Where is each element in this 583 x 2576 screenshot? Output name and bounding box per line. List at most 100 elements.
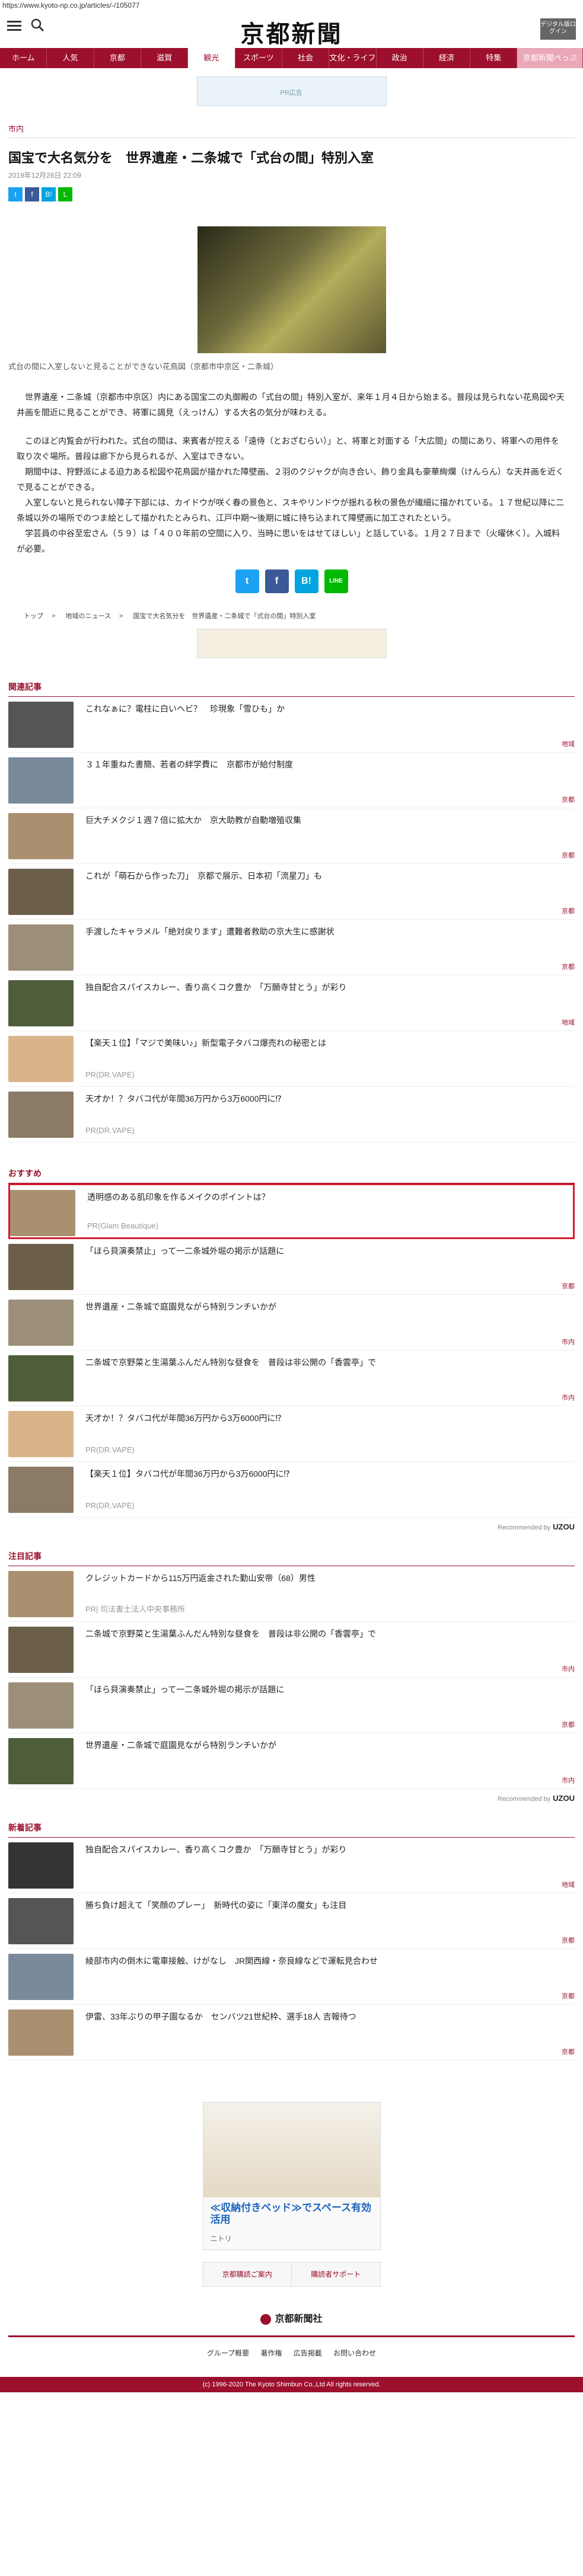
nav-tab[interactable]: 文化・ライフ	[329, 48, 377, 68]
item-category[interactable]: 京都	[562, 1935, 575, 1945]
item-thumbnail[interactable]	[8, 702, 74, 748]
item-title[interactable]: 手渡したキャラメル「絶対戻ります」遭難者救助の京大生に感謝状	[85, 926, 569, 937]
list-item[interactable]: これが「萌石から作った刀」 京都で展示、日本初「流星刀」も 京都	[8, 864, 575, 920]
list-item[interactable]: 天才か！？タバコ代が年間36万円から3万6000円に⁉ PR(DR.VAPE)	[8, 1406, 575, 1462]
site-logo[interactable]: 京都新聞	[0, 15, 583, 49]
item-thumbnail[interactable]	[8, 2009, 74, 2056]
item-thumbnail[interactable]	[8, 1411, 74, 1457]
nav-tab[interactable]: ホーム	[0, 48, 47, 68]
list-item[interactable]: 【楽天１位】「マジで美味い♪」新型電子タバコ爆売れの秘密とは PR(DR.VAPE…	[8, 1031, 575, 1087]
item-thumbnail[interactable]	[8, 813, 74, 859]
item-category[interactable]: 京都	[562, 2047, 575, 2056]
subscriber-support-link[interactable]: 購読者サポート	[292, 2263, 380, 2286]
item-thumbnail[interactable]	[8, 1627, 74, 1673]
item-thumbnail[interactable]	[8, 1036, 74, 1082]
list-item[interactable]: 綾部市内の倒木に電車接触、けがなし JR関西線・奈良線などで運転見合わせ 京都	[8, 1949, 575, 2005]
item-thumbnail[interactable]	[8, 1244, 74, 1290]
item-title[interactable]: 天才か！？タバコ代が年間36万円から3万6000円に⁉	[85, 1412, 569, 1424]
item-title[interactable]: 勝ち負け超えて「笑顔のプレー」 新時代の姿に「東洋の魔女」も注目	[85, 1899, 569, 1911]
list-item[interactable]: ３１年重ねた書簡、若者の絆学費に 京都市が給付制度京都	[8, 753, 575, 808]
item-title[interactable]: 独自配合スパイスカレー、香り高くコク豊か 「万願寺甘とう」が彩り	[85, 1844, 569, 1855]
mid-ad-banner[interactable]	[196, 629, 387, 658]
item-category[interactable]: 京都	[562, 1281, 575, 1291]
item-thumbnail[interactable]	[8, 980, 74, 1026]
list-item[interactable]: 世界遺産・二条城で庭園見ながら特別ランチいかが市内	[8, 1733, 575, 1789]
item-thumbnail[interactable]	[8, 1954, 74, 2000]
item-thumbnail[interactable]	[8, 869, 74, 915]
facebook-share-icon[interactable]: f	[25, 187, 39, 201]
item-category[interactable]: 京都	[562, 1720, 575, 1729]
item-title[interactable]: 世界遺産・二条城で庭園見ながら特別ランチいかが	[85, 1301, 569, 1313]
list-item[interactable]: 「ほら貝演奏禁止」って一二条城外堀の掲示が話題に京都	[8, 1239, 575, 1295]
ad-text[interactable]: ≪収納付きベッド≫でスペース有効活用	[211, 2202, 374, 2226]
item-title[interactable]: 天才か！？タバコ代が年間36万円から3万6000円に⁉	[85, 1093, 569, 1105]
item-thumbnail[interactable]	[8, 1738, 74, 1784]
footer-link[interactable]: グループ概要	[207, 2349, 249, 2357]
item-thumbnail[interactable]	[8, 1842, 74, 1889]
nav-tab[interactable]: スポーツ	[235, 48, 282, 68]
item-thumbnail[interactable]	[8, 1898, 74, 1944]
twitter-share-button[interactable]: t	[235, 569, 259, 593]
nav-tab[interactable]: 京都	[94, 48, 141, 68]
bottom-ad[interactable]: ≪収納付きベッド≫でスペース有効活用 ニトリ	[202, 2102, 381, 2250]
recommended-by[interactable]: Recommended by UZOU	[0, 1789, 583, 1815]
nav-tab[interactable]: 政治	[377, 48, 423, 68]
item-title[interactable]: クレジットカードから115万円返金された勤山安帝（68）男性	[85, 1572, 569, 1584]
top-ad-banner[interactable]: PR広告	[196, 76, 387, 106]
footer-link[interactable]: 著作権	[260, 2349, 282, 2357]
item-thumbnail[interactable]	[8, 1355, 74, 1401]
item-category[interactable]: 市内	[562, 1337, 575, 1346]
article-photo[interactable]	[197, 226, 386, 353]
item-title[interactable]: 「ほら貝演奏禁止」って一二条城外堀の掲示が話題に	[85, 1684, 569, 1695]
list-item[interactable]: 二条城で京野菜と生湯葉ふんだん特別な昼食を 普段は非公開の「香雲亭」で市内	[8, 1622, 575, 1678]
item-thumbnail[interactable]	[8, 1682, 74, 1729]
nav-tab[interactable]: 滋賀	[141, 48, 189, 68]
digital-login-button[interactable]: デジタル版ログイン	[540, 18, 576, 40]
item-title[interactable]: 二条城で京野菜と生湯葉ふんだん特別な昼食を 普段は非公開の「香雲亭」で	[85, 1628, 569, 1640]
item-title[interactable]: 世界遺産・二条城で庭園見ながら特別ランチいかが	[85, 1739, 569, 1751]
line-share-icon[interactable]: L	[58, 187, 72, 201]
item-title[interactable]: 透明感のある肌印象を作るメイクのポイントは？	[87, 1191, 567, 1203]
nav-tab[interactable]: 人気	[47, 48, 94, 68]
section-tag[interactable]: 市内	[0, 114, 583, 134]
item-category[interactable]: 京都	[562, 795, 575, 804]
item-title[interactable]: これが「萌石から作った刀」 京都で展示、日本初「流星刀」も	[85, 870, 569, 882]
item-title[interactable]: ３１年重ねた書簡、若者の絆学費に 京都市が給付制度	[85, 759, 569, 770]
item-title[interactable]: 【楽天１位】タバコ代が年間36万円から3万6000円に⁉	[85, 1468, 569, 1480]
line-share-button[interactable]: LINE	[324, 569, 348, 593]
list-item[interactable]: 独自配合スパイスカレー、香り高くコク豊か 「万願寺甘とう」が彩り 地域	[8, 1838, 575, 1893]
list-item[interactable]: 手渡したキャラメル「絶対戻ります」遭難者救助の京大生に感謝状 京都	[8, 920, 575, 975]
item-category[interactable]: 市内	[562, 1664, 575, 1673]
item-title[interactable]: 巨大チメクジ１週７倍に拡大か 京大助教が自動増殖収集	[85, 814, 569, 826]
item-thumbnail[interactable]	[8, 757, 74, 804]
item-title[interactable]: 伊雷、33年ぶりの甲子園なるか センバツ21世紀枠、選手18人 吉報待つ	[85, 2011, 569, 2023]
nav-tab[interactable]: 社会	[282, 48, 330, 68]
footer-link[interactable]: お問い合わせ	[333, 2349, 376, 2357]
item-category[interactable]: 地域	[562, 1017, 575, 1027]
item-title[interactable]: 【楽天１位】「マジで美味い♪」新型電子タバコ爆売れの秘密とは	[85, 1037, 569, 1049]
subscription-guide-link[interactable]: 京都購読ご案内	[203, 2263, 292, 2286]
url-bar[interactable]: https://www.kyoto-np.co.jp/articles/-/10…	[0, 0, 583, 10]
item-category[interactable]: 市内	[562, 1393, 575, 1402]
nav-tab[interactable]: 京都新聞ぺっぷ	[517, 48, 583, 68]
twitter-share-icon[interactable]: t	[8, 187, 23, 201]
breadcrumb-item[interactable]: 地域のニュース	[65, 613, 110, 620]
list-item[interactable]: 伊雷、33年ぶりの甲子園なるか センバツ21世紀枠、選手18人 吉報待つ京都	[8, 2005, 575, 2060]
breadcrumb-item[interactable]: トップ	[24, 613, 43, 620]
list-item[interactable]: 巨大チメクジ１週７倍に拡大か 京大助教が自動増殖収集京都	[8, 808, 575, 864]
item-category[interactable]: 京都	[562, 850, 575, 860]
facebook-share-button[interactable]: f	[265, 569, 289, 593]
list-item[interactable]: これなぁに？電柱に白いヘビ？ 珍現象「雪ひも」か 地域	[8, 697, 575, 753]
item-title[interactable]: 「ほら貝演奏禁止」って一二条城外堀の掲示が話題に	[85, 1245, 569, 1257]
item-thumbnail[interactable]	[8, 1092, 74, 1138]
footer-link[interactable]: 広告掲載	[294, 2349, 322, 2357]
item-category[interactable]: 市内	[562, 1775, 575, 1785]
footer-logo[interactable]: 京都新聞社	[0, 2311, 583, 2325]
item-thumbnail[interactable]	[8, 1467, 74, 1513]
hatena-share-icon[interactable]: B!	[42, 187, 56, 201]
item-thumbnail[interactable]	[10, 1190, 75, 1236]
list-item[interactable]: 透明感のある肌印象を作るメイクのポイントは？ PR(Glam Beautique)	[8, 1183, 575, 1239]
nav-tab[interactable]: 経済	[423, 48, 471, 68]
uzou-logo[interactable]: UZOU	[553, 1794, 575, 1803]
item-title[interactable]: 綾部市内の倒木に電車接触、けがなし JR関西線・奈良線などで運転見合わせ	[85, 1955, 569, 1967]
